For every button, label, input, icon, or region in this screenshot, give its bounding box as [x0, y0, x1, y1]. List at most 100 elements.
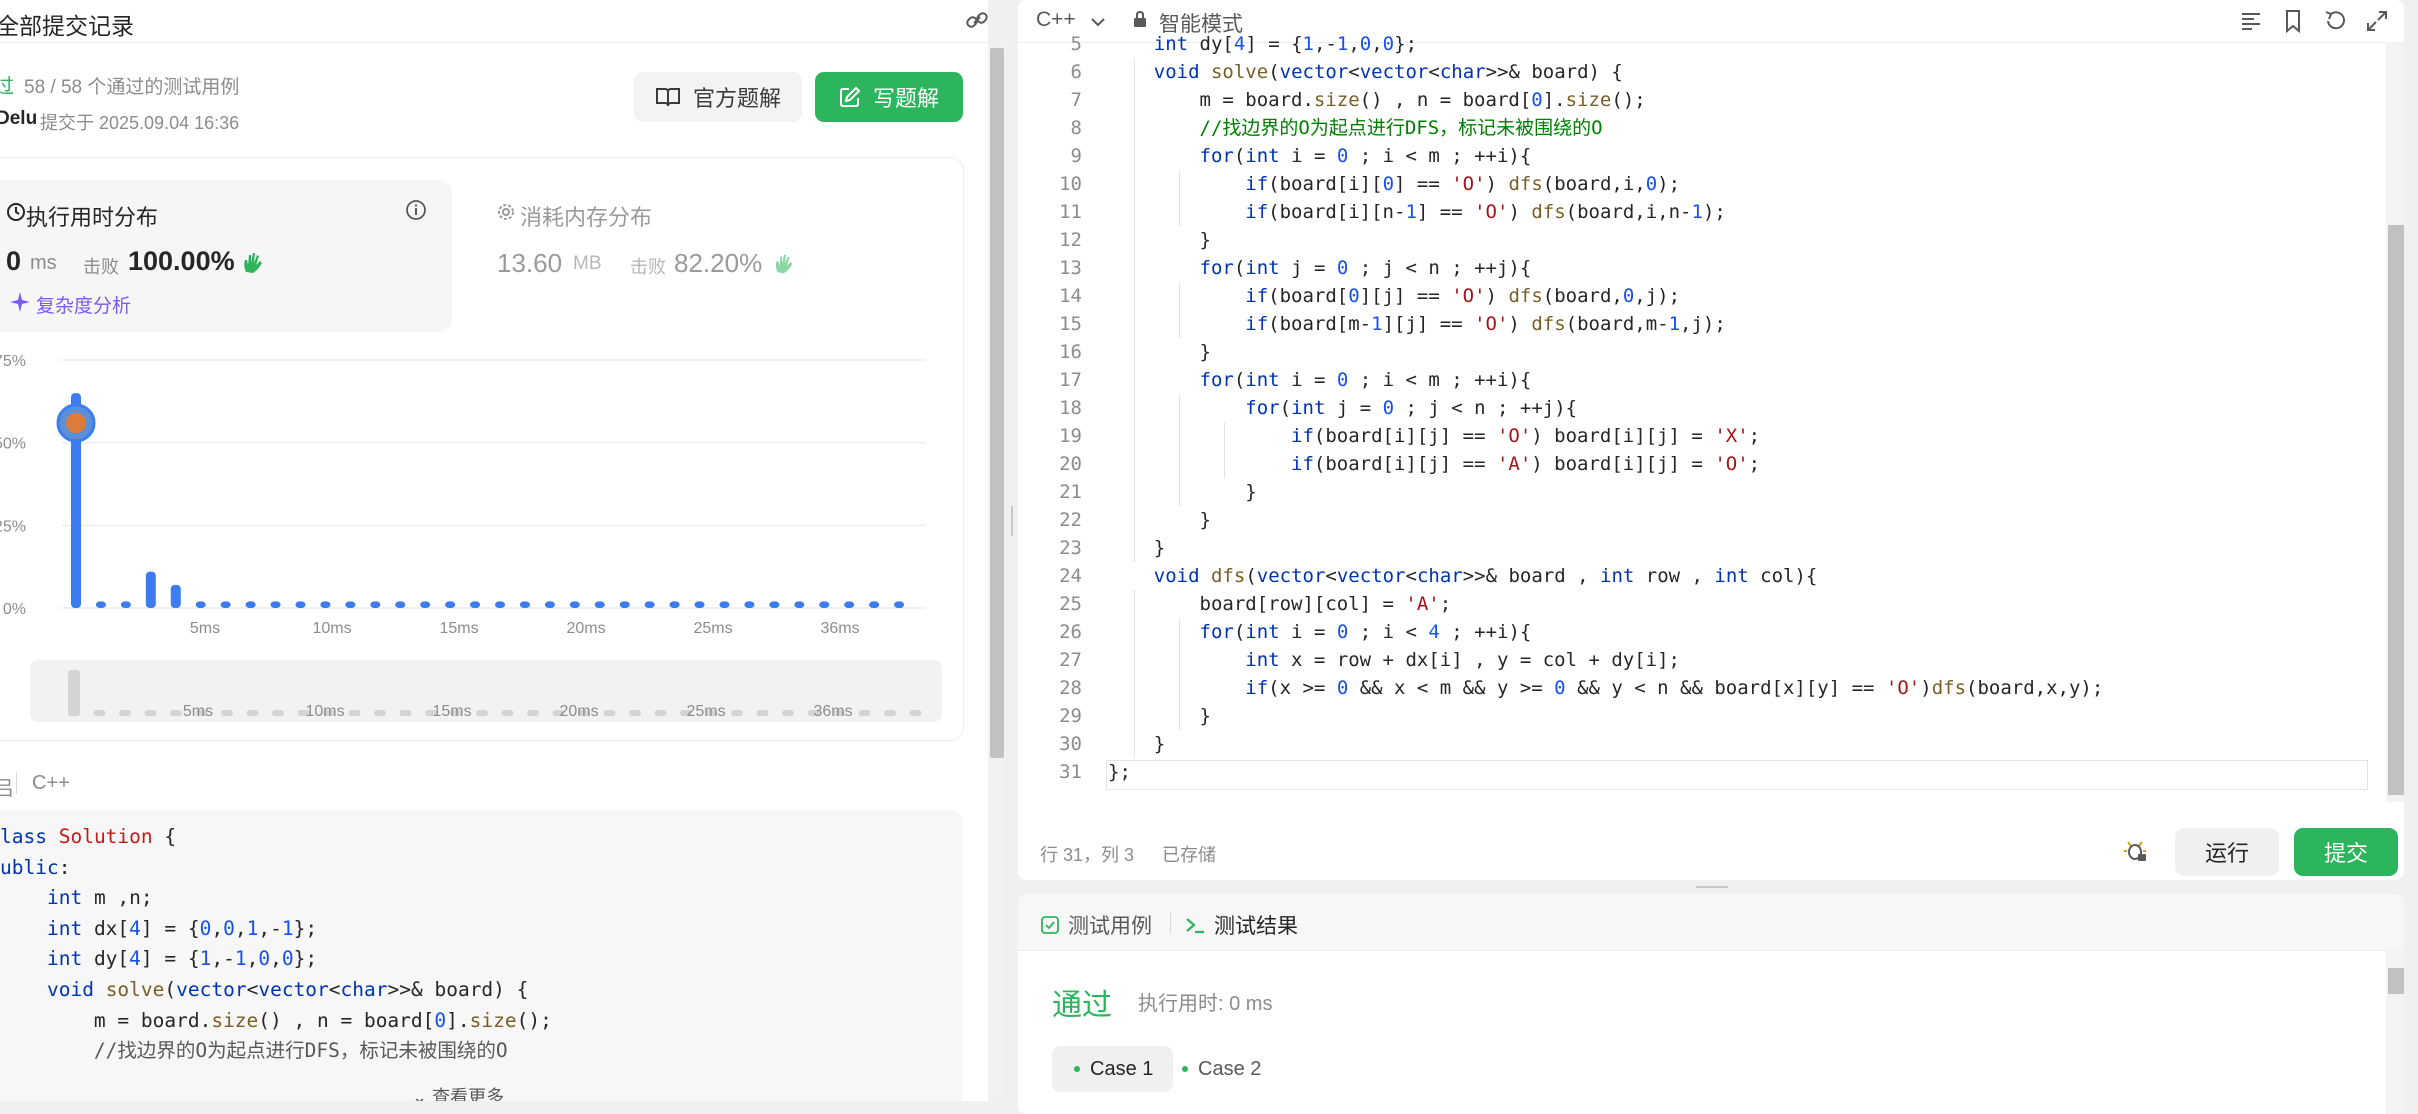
chart-bar[interactable]: [145, 571, 156, 608]
submitter-name[interactable]: Delu: [0, 108, 37, 130]
code-line[interactable]: 8 //找边界的O为起点进行DFS，标记未被围绕的O: [1018, 114, 2378, 142]
code-line[interactable]: 20 if(board[i][j] == 'A') board[i][j] = …: [1018, 450, 2378, 478]
chart-bar[interactable]: [869, 601, 880, 608]
code-line[interactable]: 21 }: [1018, 478, 2378, 506]
chart-bar[interactable]: [295, 601, 306, 608]
run-button[interactable]: 运行: [2175, 828, 2279, 876]
code-line[interactable]: 27 int x = row + dx[i] , y = col + dy[i]…: [1018, 646, 2378, 674]
code-line[interactable]: 12 }: [1018, 226, 2378, 254]
code-line[interactable]: 23 }: [1018, 534, 2378, 562]
code-line[interactable]: 19 if(board[i][j] == 'O') board[i][j] = …: [1018, 422, 2378, 450]
line-number: 11: [1059, 201, 1082, 223]
splitter-handle[interactable]: [1011, 506, 1013, 536]
code-line[interactable]: 9 for(int i = 0 ; i < m ; ++i){: [1018, 142, 2378, 170]
case-1-tab[interactable]: Case 1: [1052, 1046, 1174, 1092]
code-area[interactable]: 5 int dy[4] = {1,-1,0,0}; 6 void solve(ve…: [1018, 30, 2378, 790]
official-solution-button[interactable]: 官方题解: [634, 72, 802, 122]
submission-header: 全部提交记录: [0, 0, 988, 43]
code-line[interactable]: 28 if(x >= 0 && x < m && y >= 0 && y < n…: [1018, 674, 2378, 702]
indent-guide: [1134, 254, 1135, 366]
chart-bar[interactable]: [420, 601, 431, 608]
tab-test-cases[interactable]: 测试用例: [1040, 910, 1152, 940]
code-line[interactable]: 22 }: [1018, 506, 2378, 534]
code-line[interactable]: 13 for(int j = 0 ; j < n ; ++j){: [1018, 254, 2378, 282]
vertical-splitter[interactable]: [1006, 0, 1018, 1101]
mini-chart-bar: [858, 710, 871, 716]
submission-panel: 全部提交记录 过 58 / 58 个通过的测试用例 Delu 提交于 2025.…: [0, 0, 988, 1101]
link-icon[interactable]: [962, 6, 988, 36]
chart-range-slider[interactable]: 5ms 10ms 15ms 20ms 25ms 36ms: [30, 660, 942, 722]
chart-bar[interactable]: [544, 601, 555, 608]
code-line[interactable]: 16 }: [1018, 338, 2378, 366]
runtime-distribution-chart[interactable]: 75% 50% 25% 0% 5ms 10ms 15ms 20ms 25ms 36ms: [0, 345, 940, 645]
chart-bar[interactable]: [120, 601, 131, 608]
chevron-down-icon[interactable]: [1088, 12, 1108, 32]
chart-bar[interactable]: [769, 601, 780, 608]
code-line[interactable]: 14 if(board[0][j] == 'O') dfs(board,0,j)…: [1018, 282, 2378, 310]
chart-bar[interactable]: [569, 601, 580, 608]
mini-x-tick-label: 20ms: [559, 703, 598, 720]
code-line[interactable]: 17 for(int i = 0 ; i < m ; ++i){: [1018, 366, 2378, 394]
chart-bar[interactable]: [844, 601, 855, 608]
code-line[interactable]: 5 int dy[4] = {1,-1,0,0};: [1018, 30, 2378, 58]
line-number: 28: [1059, 677, 1082, 699]
code-text: for(int i = 0 ; i < 4 ; ++i){: [1199, 621, 1532, 643]
chart-bar[interactable]: [370, 601, 381, 608]
code-line[interactable]: 6 void solve(vector<vector<char>>& board…: [1018, 58, 2378, 86]
chart-bar[interactable]: [794, 601, 805, 608]
complexity-analysis-link[interactable]: 复杂度分析: [36, 291, 131, 318]
language-select[interactable]: C++: [1036, 8, 1076, 32]
line-number: 15: [1059, 313, 1082, 335]
left-scrollbar-thumb[interactable]: [990, 48, 1004, 758]
line-number: 29: [1059, 705, 1082, 727]
chart-bar[interactable]: [320, 601, 331, 608]
chart-bar[interactable]: [245, 601, 256, 608]
tab-test-result[interactable]: 测试结果: [1184, 910, 1298, 940]
code-icon: 吕: [0, 778, 14, 800]
code-line[interactable]: 29 }: [1018, 702, 2378, 730]
editor-scrollbar-thumb[interactable]: [2388, 225, 2404, 795]
debug-icon[interactable]: [2122, 838, 2148, 864]
code-line[interactable]: 11 if(board[i][n-1] == 'O') dfs(board,i,…: [1018, 198, 2378, 226]
chart-bar[interactable]: [170, 584, 181, 608]
chart-bar[interactable]: [719, 601, 730, 608]
chart-bar[interactable]: [195, 601, 206, 608]
memory-tab[interactable]: 消耗内存分布: [520, 200, 652, 232]
chart-bar[interactable]: [345, 601, 356, 608]
code-line[interactable]: 10 if(board[i][0] == 'O') dfs(board,i,0)…: [1018, 170, 2378, 198]
chart-bar[interactable]: [694, 601, 705, 608]
code-line[interactable]: 15 if(board[m-1][j] == 'O') dfs(board,m-…: [1018, 310, 2378, 338]
horizontal-splitter-handle[interactable]: [1696, 886, 1728, 888]
line-number: 5: [1070, 33, 1082, 55]
chart-bar[interactable]: [619, 601, 630, 608]
chart-bar[interactable]: [470, 601, 481, 608]
chart-bar[interactable]: [669, 601, 680, 608]
submitted-code-line: int dy[4] = {1,-1,0,0};: [46, 947, 318, 971]
chart-bar[interactable]: [95, 601, 106, 608]
chart-bar[interactable]: [819, 601, 830, 608]
chart-bar[interactable]: [495, 601, 505, 608]
write-solution-button[interactable]: 写题解: [815, 72, 963, 122]
lock-icon: [1134, 10, 1146, 27]
chart-bar[interactable]: [644, 601, 655, 608]
submit-button[interactable]: 提交: [2294, 828, 2398, 876]
chart-bar[interactable]: [270, 601, 281, 608]
chart-bar[interactable]: [519, 601, 530, 608]
result-scrollbar-thumb[interactable]: [2388, 968, 2404, 994]
mini-chart-bar: [399, 710, 412, 716]
chart-bar[interactable]: [445, 601, 456, 608]
case-2-tab[interactable]: Case 2: [1160, 1046, 1281, 1092]
info-icon[interactable]: [404, 198, 428, 222]
code-line[interactable]: 30 }: [1018, 730, 2378, 758]
code-line[interactable]: 25 board[row][col] = 'A';: [1018, 590, 2378, 618]
view-more-button[interactable]: ⌄ 查看更多: [412, 1083, 504, 1101]
chart-bar[interactable]: [594, 601, 605, 608]
chart-bar[interactable]: [744, 601, 755, 608]
chart-bar[interactable]: [894, 601, 905, 608]
code-line[interactable]: 18 for(int j = 0 ; j < n ; ++j){: [1018, 394, 2378, 422]
code-line[interactable]: 7 m = board.size() , n = board[0].size()…: [1018, 86, 2378, 114]
code-line[interactable]: 26 for(int i = 0 ; i < 4 ; ++i){: [1018, 618, 2378, 646]
chart-bar[interactable]: [220, 601, 231, 608]
chart-bar[interactable]: [395, 601, 406, 608]
code-line[interactable]: 24 void dfs(vector<vector<char>>& board …: [1018, 562, 2378, 590]
